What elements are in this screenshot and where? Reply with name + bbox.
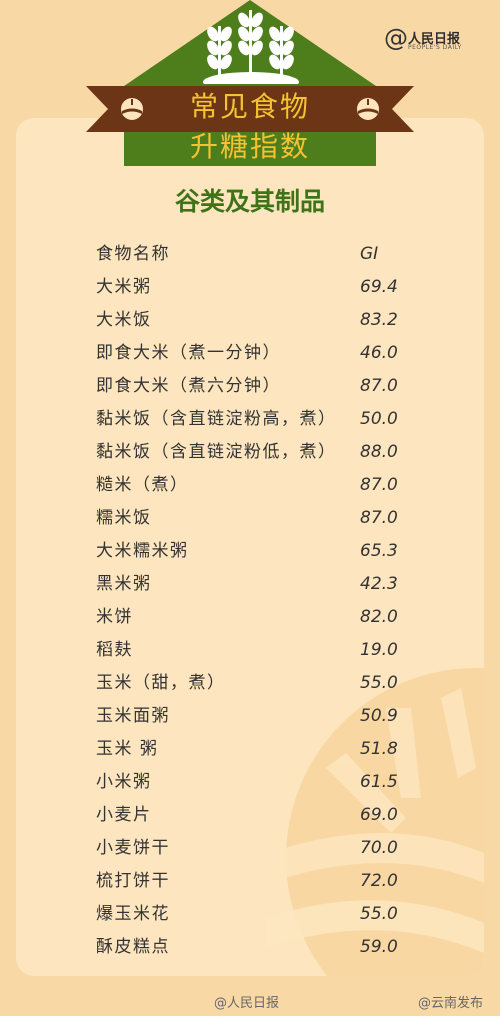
gi-value: 69.4 xyxy=(360,277,398,297)
gi-value: 69.0 xyxy=(360,805,398,825)
sun-emblem-icon xyxy=(121,98,143,120)
gi-value: 87.0 xyxy=(360,376,398,396)
gi-value: 65.3 xyxy=(360,541,398,561)
table-row: 大米粥 69.4 xyxy=(96,271,416,304)
gi-value: 70.0 xyxy=(360,838,398,858)
table-row: 大米糯米粥 65.3 xyxy=(96,535,416,568)
table-row: 即食大米（煮六分钟） 87.0 xyxy=(96,370,416,403)
header-gi: GI xyxy=(360,244,379,264)
table-row: 玉米面粥 50.9 xyxy=(96,700,416,733)
table-row: 糯米饭 87.0 xyxy=(96,502,416,535)
food-name: 玉米（甜，煮） xyxy=(96,673,226,693)
food-name: 黏米饭（含直链淀粉高，煮） xyxy=(96,409,337,429)
table-row: 小米粥 61.5 xyxy=(96,766,416,799)
table-header-row: 食物名称 GI xyxy=(96,238,416,271)
brand-subtitle: PEOPLE'S DAILY xyxy=(408,44,462,51)
food-name: 玉米面粥 xyxy=(96,706,170,726)
gi-value: 87.0 xyxy=(360,475,398,495)
gi-value: 88.0 xyxy=(360,442,398,462)
gi-value: 82.0 xyxy=(360,607,398,627)
food-name: 大米粥 xyxy=(96,277,152,297)
wheat-icon xyxy=(203,10,299,84)
food-name: 大米糯米粥 xyxy=(96,541,189,561)
sun-emblem-icon xyxy=(357,98,379,120)
main-title-line2: 升糖指数 xyxy=(189,130,310,163)
table-row: 黏米饭（含直链淀粉低，煮） 88.0 xyxy=(96,436,416,469)
table-row: 玉米 粥 51.8 xyxy=(96,733,416,766)
food-name: 稻麸 xyxy=(96,640,133,660)
gi-value: 72.0 xyxy=(360,871,398,891)
header-food-name: 食物名称 xyxy=(96,244,170,264)
footer-credit-yunnan: @云南发布 xyxy=(418,996,484,1011)
table-row: 梳打饼干 72.0 xyxy=(96,865,416,898)
food-name: 即食大米（煮六分钟） xyxy=(96,376,281,396)
table-row: 爆玉米花 55.0 xyxy=(96,898,416,931)
food-name: 即食大米（煮一分钟） xyxy=(96,343,281,363)
table-row: 即食大米（煮一分钟） 46.0 xyxy=(96,337,416,370)
table-row: 黑米粥 42.3 xyxy=(96,568,416,601)
gi-value: 83.2 xyxy=(360,310,398,330)
table-row: 小麦饼干 70.0 xyxy=(96,832,416,865)
gi-value: 55.0 xyxy=(360,673,398,693)
table-row: 酥皮糕点 59.0 xyxy=(96,931,416,964)
gi-value: 50.0 xyxy=(360,409,398,429)
food-name: 糯米饭 xyxy=(96,508,152,528)
table-row: 稻麸 19.0 xyxy=(96,634,416,667)
brand-logo: @ 人民日报 PEOPLE'S DAILY xyxy=(384,26,484,56)
food-name: 黏米饭（含直链淀粉低，煮） xyxy=(96,442,337,462)
food-name: 小米粥 xyxy=(96,772,152,792)
food-name: 酥皮糕点 xyxy=(96,937,170,957)
footer-credit-people-daily: @人民日报 xyxy=(214,996,280,1011)
at-symbol: @ xyxy=(384,24,408,52)
table-row: 米饼 82.0 xyxy=(96,601,416,634)
food-name: 玉米 粥 xyxy=(96,739,159,759)
gi-value: 19.0 xyxy=(360,640,398,660)
food-name: 梳打饼干 xyxy=(96,871,170,891)
food-name: 糙米（煮） xyxy=(96,475,189,495)
food-name: 爆玉米花 xyxy=(96,904,170,924)
gi-value: 61.5 xyxy=(360,772,398,792)
gi-value: 46.0 xyxy=(360,343,398,363)
food-name: 米饼 xyxy=(96,607,133,627)
gi-value: 59.0 xyxy=(360,937,398,957)
table-row: 糙米（煮） 87.0 xyxy=(96,469,416,502)
section-title: 谷类及其制品 xyxy=(174,187,325,216)
table-row: 黏米饭（含直链淀粉高，煮） 50.0 xyxy=(96,403,416,436)
food-name: 黑米粥 xyxy=(96,574,152,594)
table-row: 玉米（甜，煮） 55.0 xyxy=(96,667,416,700)
main-title-line1: 常见食物 xyxy=(189,90,310,123)
gi-value: 87.0 xyxy=(360,508,398,528)
gi-value: 51.8 xyxy=(360,739,398,759)
food-name: 大米饭 xyxy=(96,310,152,330)
table-row: 小麦片 69.0 xyxy=(96,799,416,832)
gi-table: 食物名称 GI 大米粥 69.4 大米饭 83.2 即食大米（煮一分钟） 46.0 即… xyxy=(96,238,416,964)
gi-value: 55.0 xyxy=(360,904,398,924)
gi-value: 50.9 xyxy=(360,706,398,726)
food-name: 小麦片 xyxy=(96,805,152,825)
gi-value: 42.3 xyxy=(360,574,398,594)
food-name: 小麦饼干 xyxy=(96,838,170,858)
table-row: 大米饭 83.2 xyxy=(96,304,416,337)
